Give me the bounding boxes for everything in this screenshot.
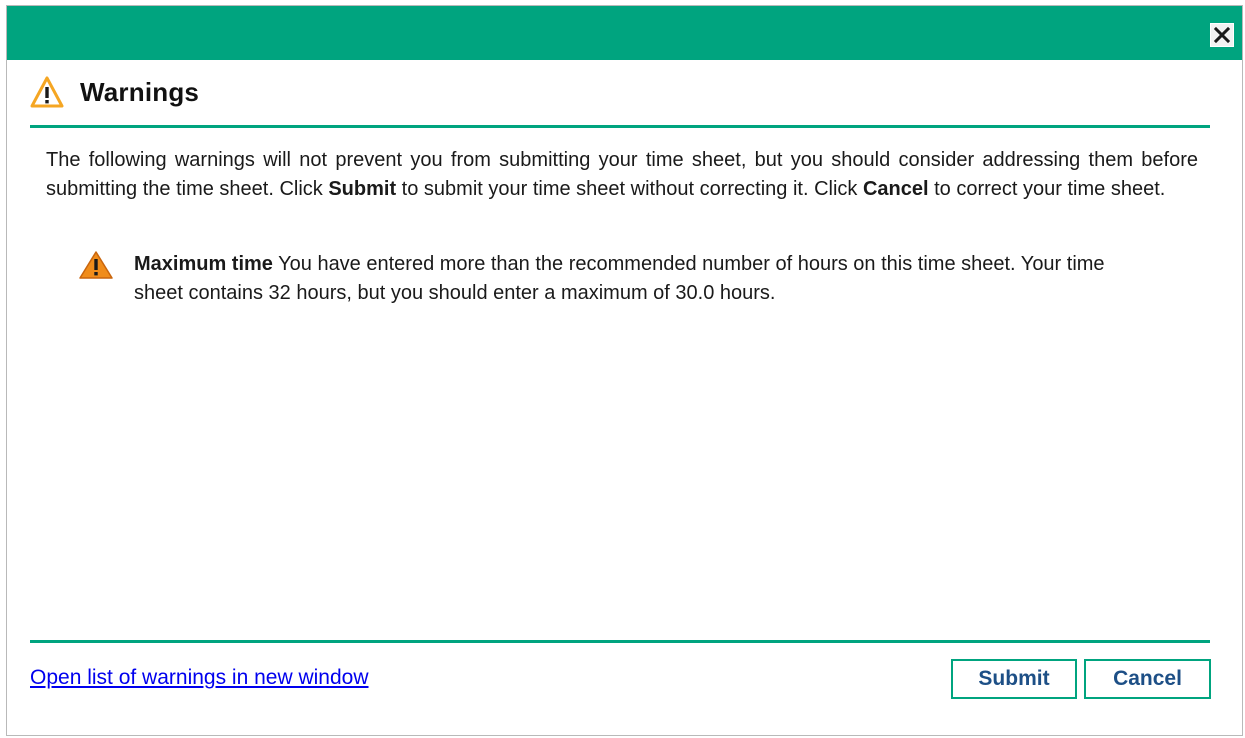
close-icon	[1214, 27, 1230, 43]
cancel-button[interactable]: Cancel	[1084, 659, 1211, 699]
intro-part-3: to correct your time sheet.	[928, 178, 1166, 200]
warnings-dialog	[6, 5, 1243, 736]
header-divider	[30, 125, 1210, 128]
dialog-header: Warnings	[30, 76, 199, 108]
warning-item-text: Maximum time You have entered more than …	[134, 250, 1138, 308]
dialog-titlebar	[7, 6, 1242, 60]
intro-submit-word: Submit	[328, 178, 397, 200]
intro-cancel-word: Cancel	[862, 178, 929, 200]
close-button[interactable]	[1210, 23, 1234, 47]
footer-divider	[30, 640, 1210, 643]
submit-button[interactable]: Submit	[951, 659, 1077, 699]
dialog-title: Warnings	[80, 76, 200, 107]
intro-part-2: to submit your time sheet without correc…	[396, 178, 863, 200]
warning-item-title: Maximum time	[134, 253, 273, 275]
warning-filled-icon	[79, 251, 113, 279]
warning-item-message: You have entered more than the recommend…	[134, 253, 1105, 304]
open-warnings-new-window-link[interactable]: Open list of warnings in new window	[30, 666, 369, 690]
warning-item: Maximum time You have entered more than …	[78, 250, 1138, 308]
warning-outline-icon	[30, 76, 64, 108]
intro-text: The following warnings will not prevent …	[46, 146, 1198, 204]
